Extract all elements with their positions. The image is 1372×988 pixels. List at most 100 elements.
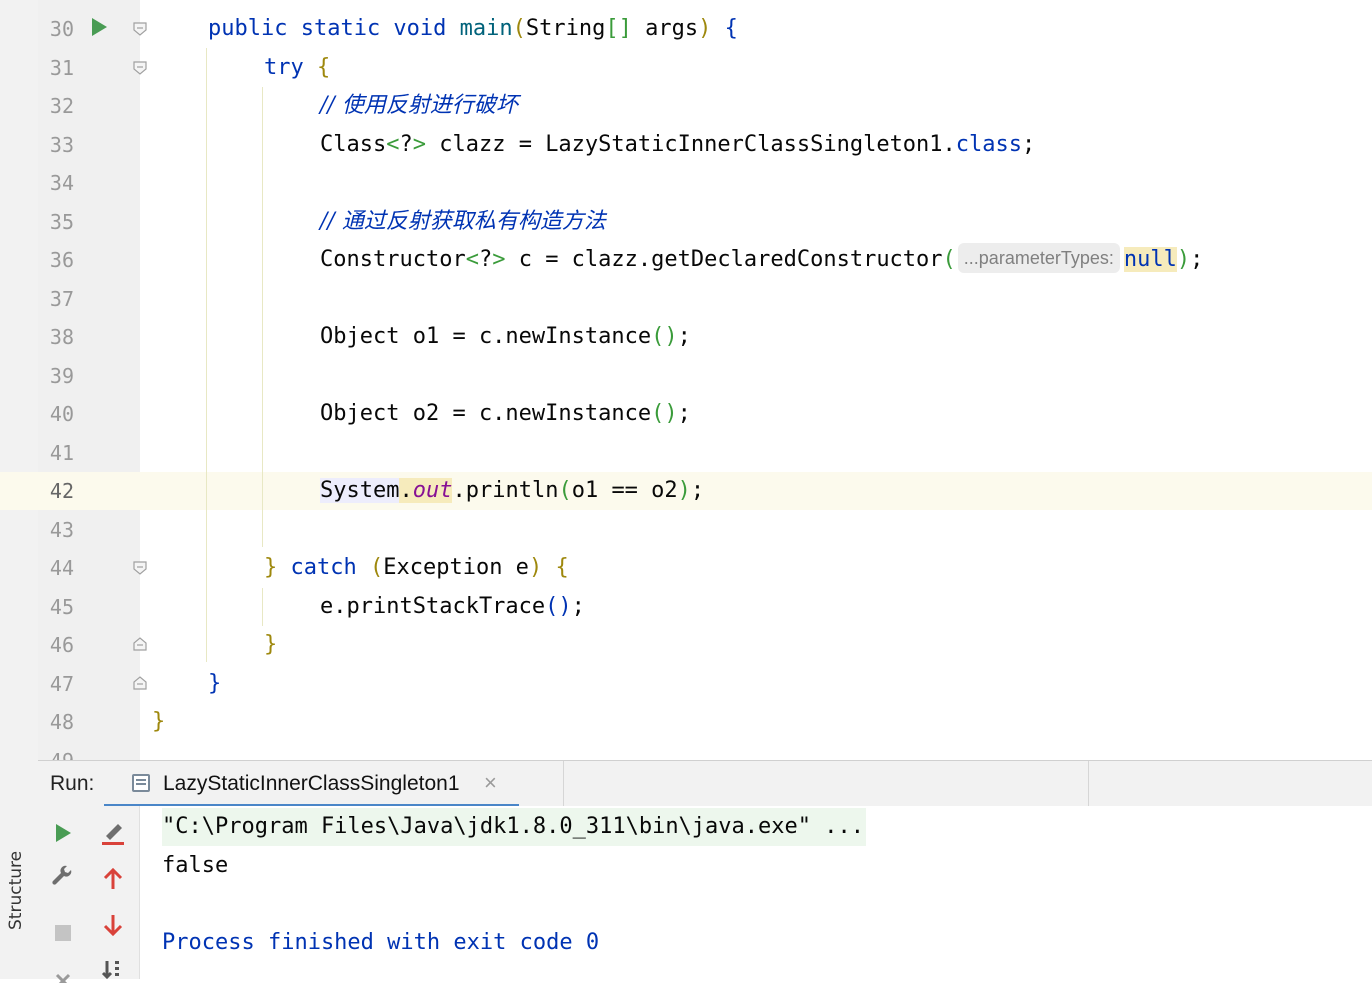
null-literal-token: null <box>1123 247 1177 272</box>
comment-text[interactable]: // 使用反射进行破坏 <box>320 87 518 125</box>
rerun-icon[interactable] <box>48 818 78 848</box>
line-number: 36 <box>49 248 74 272</box>
fold-end-icon[interactable] <box>133 637 147 651</box>
code-text[interactable]: } catch (Exception e) { <box>264 549 569 587</box>
parameter-hint: ...parameterTypes: <box>957 243 1120 273</box>
identifier-token: clazz = LazyStaticInnerClassSingleton1. <box>425 132 956 157</box>
scroll-down-icon[interactable] <box>98 910 128 940</box>
semicolon-token: ; <box>571 594 585 619</box>
identifier-token: Object o1 = c.newInstance <box>320 324 652 349</box>
indent-guide <box>262 87 263 547</box>
code-text[interactable]: e.printStackTrace(); <box>320 588 585 626</box>
structure-panel-label[interactable]: Structure <box>6 851 26 930</box>
line-number: 46 <box>49 633 74 657</box>
console-output-line: false <box>162 853 229 878</box>
tab-separator <box>1088 761 1089 807</box>
code-text[interactable]: try { <box>264 49 330 87</box>
identifier-token: Exception e <box>383 555 529 580</box>
line-number: 37 <box>49 287 74 311</box>
line-number: 31 <box>49 56 74 80</box>
semicolon-token: ; <box>677 401 691 426</box>
brace-token: } <box>264 555 278 580</box>
line-number: 42 <box>49 479 74 503</box>
line-number: 34 <box>49 171 74 195</box>
paren-token: ) <box>528 555 543 580</box>
keyword-token: public static void <box>208 16 460 41</box>
static-field-token: out <box>412 478 453 503</box>
brace-token[interactable]: } <box>152 703 165 741</box>
paren-token: ) <box>698 16 712 41</box>
wildcard-token: ? <box>478 247 493 272</box>
identifier-token: .println <box>452 478 559 503</box>
angle-token: > <box>412 132 426 157</box>
type-token: Constructor <box>320 247 466 272</box>
brace-token[interactable]: } <box>208 665 221 703</box>
stop-icon[interactable] <box>48 918 78 948</box>
code-line-partial: 49 <box>0 742 1372 760</box>
line-number: 44 <box>49 556 74 580</box>
code-text[interactable]: Object o2 = c.newInstance(); <box>320 395 691 433</box>
run-tab[interactable]: LazyStaticInnerClassSingleton1 × <box>104 761 562 808</box>
code-text[interactable]: Object o1 = c.newInstance(); <box>320 318 691 356</box>
code-text[interactable]: System.out.println(o1 == o2); <box>320 472 704 510</box>
code-line: 30 public static void main(String[] args… <box>0 10 1372 48</box>
comment-text[interactable]: // 通过反射获取私有构造方法 <box>320 203 606 241</box>
line-number: 47 <box>49 672 74 696</box>
sort-icon[interactable] <box>98 954 128 984</box>
semicolon-token: ; <box>1022 132 1036 157</box>
console-command-line: "C:\Program Files\Java\jdk1.8.0_311\bin\… <box>162 808 866 846</box>
brace-token: { <box>317 55 331 80</box>
semicolon-token: ; <box>690 478 705 503</box>
code-text[interactable]: Class<?> clazz = LazyStaticInnerClassSin… <box>320 126 1035 164</box>
paren-token: ) <box>1176 247 1191 272</box>
clear-console-icon[interactable] <box>98 818 128 848</box>
brace-token[interactable]: } <box>264 626 277 664</box>
paren-token: () <box>545 594 572 619</box>
identifier-token: args <box>631 16 699 41</box>
paren-token: ( <box>369 555 384 580</box>
line-number: 38 <box>49 325 74 349</box>
method-name-token: main <box>459 16 513 41</box>
run-toolbar-primary <box>38 806 89 983</box>
semicolon-token: ; <box>1190 247 1204 272</box>
run-tab-title[interactable]: LazyStaticInnerClassSingleton1 <box>163 772 460 796</box>
line-number: 33 <box>49 133 74 157</box>
identifier-token: e.printStackTrace <box>320 594 546 619</box>
line-number: 30 <box>49 17 74 41</box>
line-number: 32 <box>49 94 74 118</box>
code-line: 47 } <box>0 665 1372 703</box>
line-number: 39 <box>49 364 74 388</box>
code-text[interactable]: public static void main(String[] args) { <box>208 10 738 48</box>
console-output[interactable]: "C:\Program Files\Java\jdk1.8.0_311\bin\… <box>140 806 1372 979</box>
code-text[interactable]: Constructor<?> c = clazz.getDeclaredCons… <box>320 241 1203 279</box>
fold-icon[interactable] <box>133 561 147 575</box>
paren-token: ( <box>512 16 526 41</box>
angle-token: < <box>465 247 479 272</box>
type-token: String <box>525 16 606 41</box>
line-number: 41 <box>49 441 74 465</box>
fold-icon[interactable] <box>133 61 147 75</box>
wildcard-token: ? <box>399 132 413 157</box>
run-gutter-icon[interactable] <box>92 18 107 36</box>
run-label: Run: <box>50 772 95 795</box>
paren-token: () <box>651 324 678 349</box>
close-icon[interactable]: × <box>484 770 497 796</box>
console-tab-icon <box>132 774 150 792</box>
scroll-up-icon[interactable] <box>98 864 128 894</box>
line-number: 35 <box>49 210 74 234</box>
wrench-icon[interactable] <box>48 862 78 892</box>
fold-end-icon[interactable] <box>133 676 147 690</box>
indent-guide <box>206 48 207 662</box>
paren-token: ( <box>942 247 956 272</box>
keyword-token: class <box>955 132 1023 157</box>
line-number: 49 <box>38 742 74 760</box>
expression-token: o1 == o2 <box>571 478 678 503</box>
close-icon[interactable] <box>48 958 78 988</box>
angle-token: > <box>492 247 506 272</box>
code-line: 48 } <box>0 703 1372 741</box>
fold-icon[interactable] <box>133 22 147 36</box>
